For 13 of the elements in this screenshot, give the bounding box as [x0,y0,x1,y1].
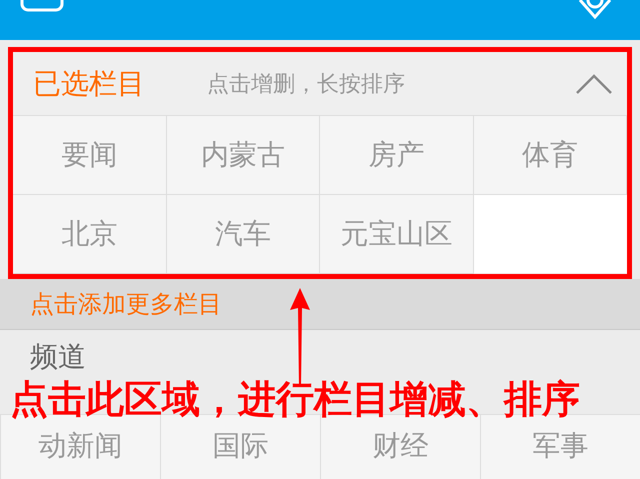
channel-tile[interactable]: 内蒙古 [166,116,320,195]
channel-tile[interactable]: 北京 [13,195,166,274]
channel-tile[interactable]: 体育 [474,116,627,195]
add-more-link[interactable]: 点击添加更多栏目 [0,279,640,330]
channel-tile[interactable]: 元宝山区 [320,195,474,274]
section-title: 频道 [30,339,86,375]
collapse-icon[interactable] [575,72,613,94]
section-title: 已选栏目 [33,66,145,102]
channel-tile[interactable]: 房产 [320,116,474,195]
channel-tile[interactable]: 要闻 [13,116,166,195]
location-pin-icon[interactable] [578,0,612,20]
channel-tile[interactable]: 汽车 [166,195,320,274]
hint-text: 点击增删，长按排序 [207,70,406,98]
